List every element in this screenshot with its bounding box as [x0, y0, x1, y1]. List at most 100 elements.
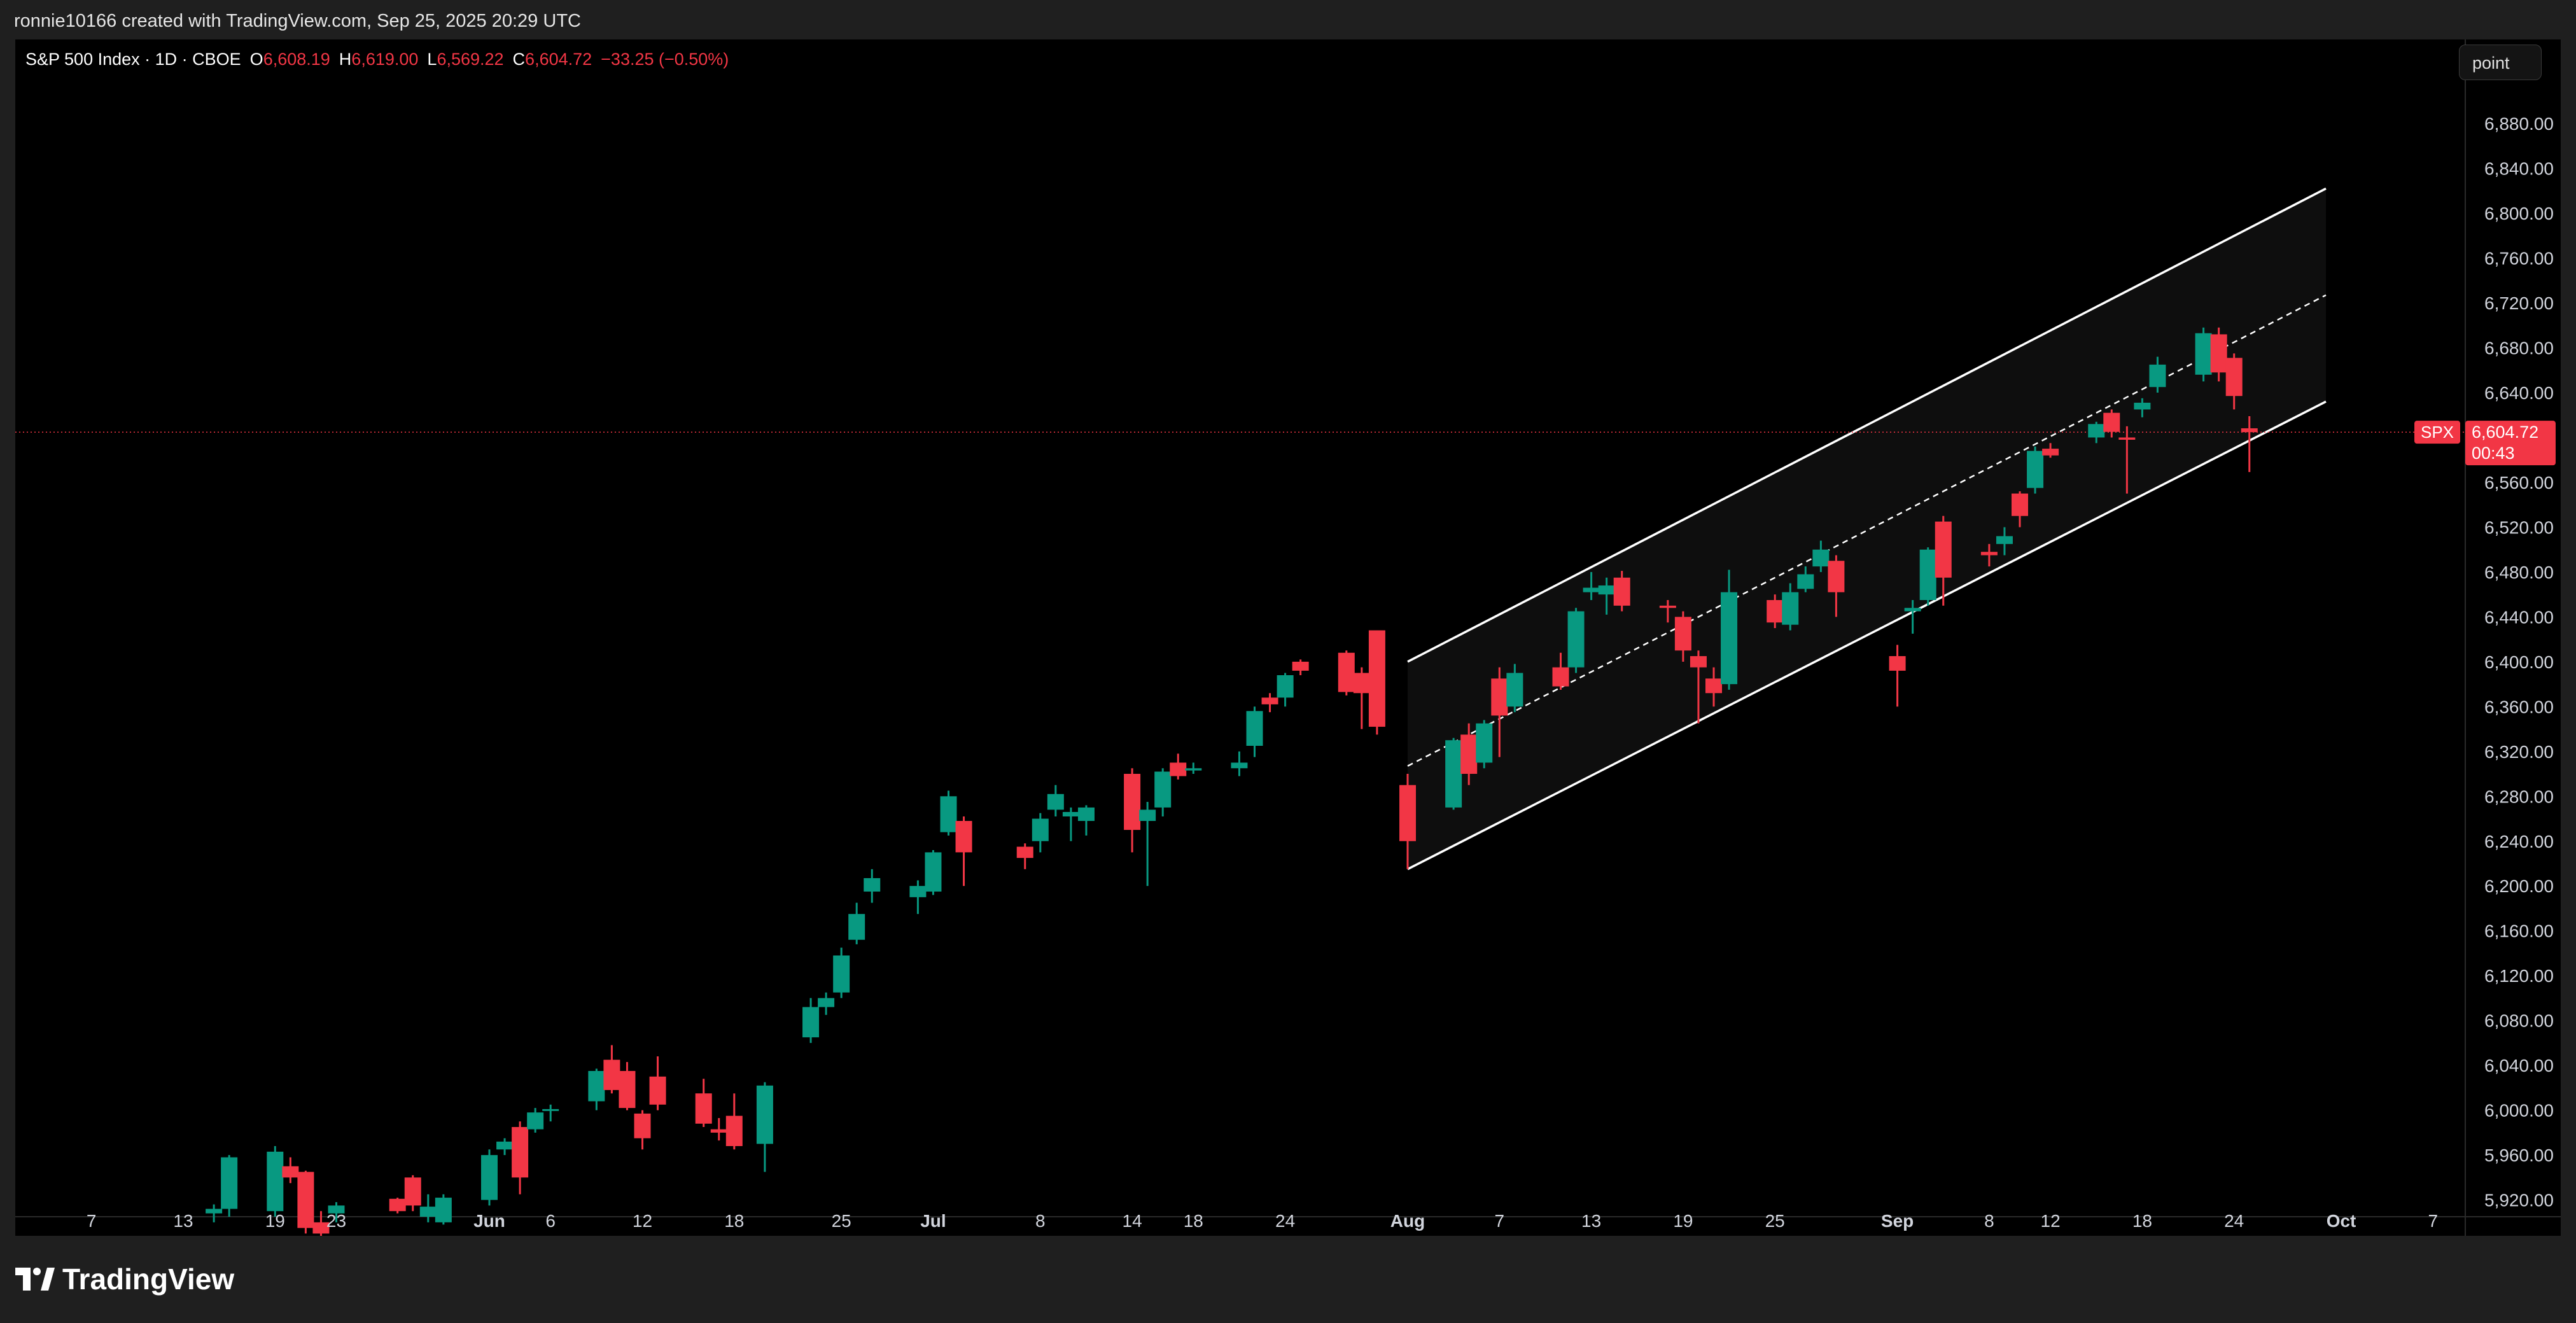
candle-body — [1460, 734, 1478, 774]
candle-body — [864, 878, 881, 892]
low-value: 6,569.22 — [437, 50, 504, 69]
x-tick-label: 7 — [87, 1211, 97, 1231]
y-tick-label: 5,920.00 — [2484, 1191, 2554, 1210]
last-price-label: 6,604.72 — [2472, 423, 2538, 442]
candle-body — [1016, 846, 1033, 858]
x-tick-label: Aug — [1390, 1211, 1425, 1231]
attribution-text: ronnie10166 created with TradingView.com… — [14, 11, 581, 31]
point-mode-button[interactable]: point — [2459, 45, 2542, 80]
y-tick-label: 6,400.00 — [2484, 652, 2554, 672]
high-value: 6,619.00 — [351, 50, 419, 69]
candle-body — [512, 1127, 529, 1178]
y-tick-label: 6,360.00 — [2484, 697, 2554, 717]
x-tick-label: 24 — [2224, 1211, 2244, 1231]
candle-body — [2134, 402, 2151, 410]
candle-body — [1338, 652, 1355, 692]
y-tick-label: 6,640.00 — [2484, 383, 2554, 403]
candle-body — [1797, 574, 1814, 589]
candle-body — [1353, 673, 1370, 694]
y-tick-label: 6,040.00 — [2484, 1056, 2554, 1075]
candle-body — [1767, 599, 1784, 623]
candle-body — [955, 821, 972, 853]
candle-body — [1062, 811, 1079, 816]
candle-body — [2103, 412, 2120, 432]
y-tick-label: 6,280.00 — [2484, 787, 2554, 806]
x-tick-label: 12 — [2041, 1211, 2061, 1231]
candle-body — [2118, 437, 2136, 440]
candle-body — [925, 852, 942, 892]
candle-body — [833, 955, 850, 993]
brand-name: TradingView — [62, 1263, 235, 1296]
candle-body — [940, 796, 957, 832]
candle-body — [2149, 364, 2166, 388]
candle-body — [710, 1129, 727, 1133]
y-tick-label: 6,320.00 — [2484, 742, 2554, 762]
x-tick-label: 18 — [1184, 1211, 1203, 1231]
candle-body — [1583, 587, 1600, 592]
candle-body — [2042, 449, 2059, 456]
candle-body — [1047, 794, 1064, 810]
x-tick-label: 13 — [173, 1211, 193, 1231]
y-tick-label: 6,480.00 — [2484, 563, 2554, 582]
candle-body — [1277, 675, 1294, 698]
y-tick-label: 6,520.00 — [2484, 517, 2554, 537]
y-tick-label: 6,880.00 — [2484, 114, 2554, 134]
candle-body — [1782, 592, 1799, 625]
candle-body — [1077, 807, 1095, 822]
x-tick-label: 24 — [1275, 1211, 1295, 1231]
candle-body — [1935, 521, 1952, 578]
candle-body — [481, 1155, 498, 1200]
candle-body — [542, 1109, 559, 1111]
open-value: 6,608.19 — [263, 50, 330, 69]
chart-panel[interactable]: 6,880.00 6,840.00 6,800.00 6,760.00 6,720.00… — [15, 39, 2561, 1236]
x-tick-label: 12 — [633, 1211, 652, 1231]
candle-body — [1246, 711, 1263, 746]
x-tick-label: 18 — [2132, 1211, 2152, 1231]
candle-body — [2088, 424, 2105, 438]
x-tick-label: 8 — [1984, 1211, 1994, 1231]
x-tick-label: 23 — [326, 1211, 346, 1231]
candle-body — [634, 1113, 651, 1138]
candle-body — [1170, 762, 1187, 776]
change-value: −33.25 (−0.50%) — [601, 50, 729, 69]
candle-body — [282, 1166, 299, 1178]
candle-body — [221, 1157, 238, 1209]
candle-body — [756, 1085, 773, 1144]
x-tick-label: 8 — [1035, 1211, 1046, 1231]
candle-body — [1598, 585, 1615, 595]
x-tick-label: 25 — [1765, 1211, 1785, 1231]
candle-body — [818, 998, 835, 1007]
candlestick-chart[interactable]: 6,880.00 6,840.00 6,800.00 6,760.00 6,720.00… — [15, 39, 2561, 1236]
y-tick-label: 6,160.00 — [2484, 921, 2554, 941]
channel-median-line — [1407, 294, 2327, 767]
x-tick-label: 14 — [1123, 1211, 1142, 1231]
candle-body — [1368, 630, 1385, 727]
candle-body — [389, 1198, 406, 1212]
candle-body — [1659, 605, 1676, 608]
candle-body — [619, 1070, 636, 1109]
x-tick-label: 18 — [724, 1211, 744, 1231]
candle-body — [267, 1151, 284, 1212]
candle-body — [603, 1060, 620, 1090]
x-tick-label: 7 — [2428, 1211, 2439, 1231]
close-label: C — [512, 50, 526, 69]
x-tick-label: Jun — [473, 1211, 505, 1231]
candle-body — [1491, 678, 1508, 716]
close-value: 6,604.72 — [525, 50, 592, 69]
x-tick-label: 19 — [1673, 1211, 1693, 1231]
y-tick-label: 6,560.00 — [2484, 473, 2554, 493]
x-tick-label: 7 — [1495, 1211, 1505, 1231]
y-tick-label: 5,960.00 — [2484, 1145, 2554, 1165]
x-tick-label: 25 — [832, 1211, 851, 1231]
y-tick-label: 6,720.00 — [2484, 293, 2554, 313]
candle-body — [1185, 768, 1202, 771]
candle-body — [1721, 592, 1738, 685]
candle-body — [649, 1076, 666, 1105]
candle-body — [1889, 656, 1906, 671]
candle-body — [527, 1112, 544, 1130]
y-tick-label: 6,200.00 — [2484, 876, 2554, 896]
symbol-title: S&P 500 Index · 1D · CBOE — [25, 50, 241, 69]
x-tick-label: 6 — [545, 1211, 556, 1231]
candle-body — [1919, 549, 1936, 600]
candle-body — [1705, 678, 1722, 694]
